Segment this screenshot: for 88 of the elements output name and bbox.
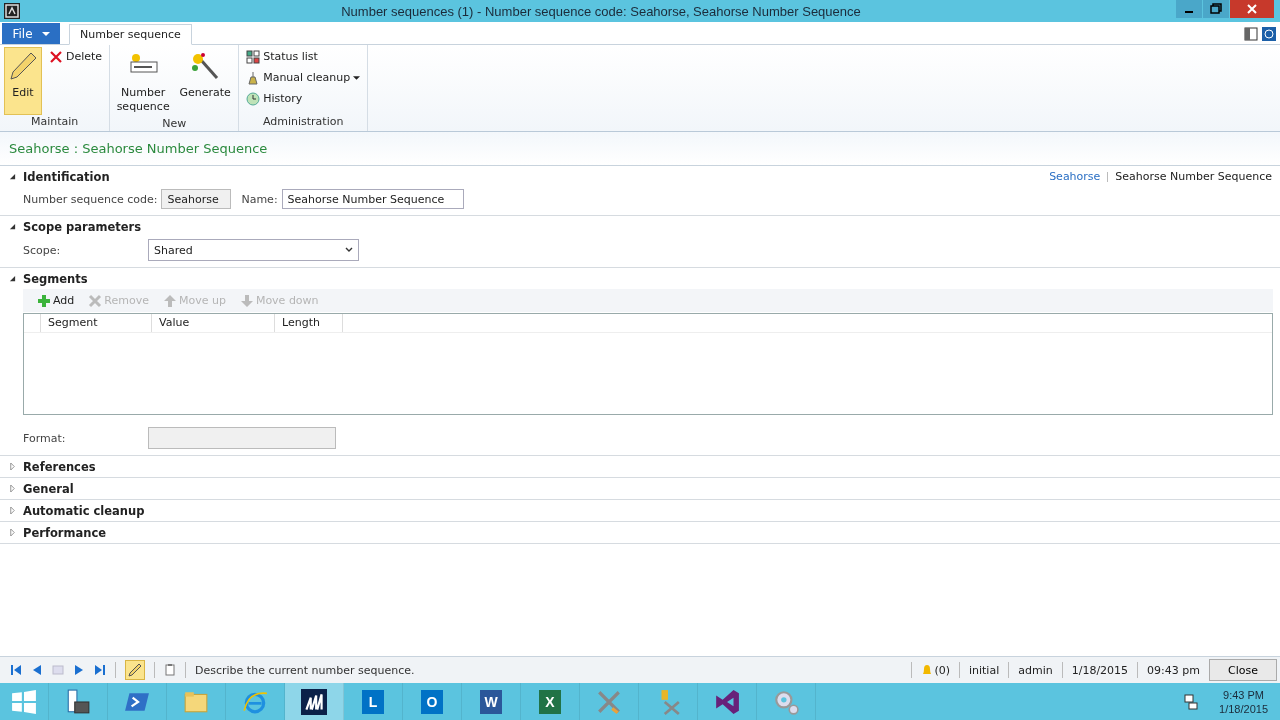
- ribbon-button[interactable]: Manual cleanup: [243, 68, 364, 87]
- status-field: 1/18/2015: [1071, 663, 1129, 677]
- column-header[interactable]: Segment: [41, 314, 152, 332]
- pencil-icon: [7, 50, 39, 82]
- server-icon: [65, 688, 91, 715]
- name-field[interactable]: Seahorse Number Sequence: [281, 189, 464, 209]
- app-letter-icon: W: [480, 689, 502, 714]
- close-button[interactable]: [1230, 0, 1274, 18]
- field-label: Number sequence code:: [23, 192, 158, 206]
- status-field: 09:43 pm: [1147, 663, 1200, 677]
- form-title: Seahorse : Seahorse Number Sequence: [9, 141, 268, 156]
- taskbar-button[interactable]: L: [344, 683, 403, 720]
- edit-mode-toggle[interactable]: [125, 660, 145, 680]
- group-label: New: [161, 117, 188, 132]
- app-letter-icon: O: [421, 689, 443, 714]
- delete-icon: [49, 49, 63, 64]
- window-title: Number sequences (1) - Number sequence code: Seahorse, Seahorse Number Sequence: [340, 3, 862, 19]
- section-title[interactable]: Performance: [23, 525, 107, 540]
- minimize-button[interactable]: [1176, 0, 1202, 18]
- taskbar-button[interactable]: [285, 683, 344, 720]
- column-header[interactable]: Length: [275, 314, 343, 332]
- alerts-count[interactable]: (0): [921, 663, 950, 677]
- status-field: admin: [1018, 663, 1053, 677]
- remove-icon: [88, 293, 103, 308]
- expander-icon[interactable]: [9, 275, 16, 282]
- expander-icon[interactable]: [9, 223, 16, 230]
- taskbar-button[interactable]: W: [462, 683, 521, 720]
- document-icon[interactable]: [164, 664, 176, 676]
- next-record-icon[interactable]: [73, 664, 85, 676]
- clock-date[interactable]: 1/18/2015: [1219, 701, 1268, 716]
- up-arrow-icon: [162, 293, 177, 308]
- dynamics-icon: [301, 688, 327, 715]
- section-title[interactable]: Segments: [23, 271, 88, 286]
- ribbon-button[interactable]: Status list: [243, 47, 364, 66]
- chevron-down-icon: [345, 247, 353, 253]
- expander-icon[interactable]: [9, 173, 16, 180]
- breadcrumb-link[interactable]: Seahorse: [1049, 170, 1101, 183]
- network-icon[interactable]: [1183, 693, 1200, 710]
- pencil-icon: [128, 663, 142, 677]
- clock-time[interactable]: 9:43 PM: [1223, 687, 1264, 702]
- first-record-icon[interactable]: [10, 664, 22, 676]
- taskbar-button[interactable]: O: [403, 683, 462, 720]
- group-label: Maintain: [29, 115, 80, 130]
- section-title[interactable]: Automatic cleanup: [23, 503, 145, 518]
- tools-icon: [596, 688, 622, 715]
- breadcrumb-text: Seahorse Number Sequence: [1115, 170, 1272, 183]
- section-title[interactable]: References: [23, 459, 96, 474]
- ribbon-button[interactable]: Generate: [176, 47, 235, 117]
- group-label: Administration: [261, 115, 345, 130]
- section-title[interactable]: General: [23, 481, 74, 496]
- ribbon-tab[interactable]: Number sequence: [69, 24, 192, 45]
- format-field[interactable]: [148, 427, 336, 449]
- caret-icon: [41, 31, 50, 36]
- taskbar-button[interactable]: X: [521, 683, 580, 720]
- field-label: Format:: [23, 431, 67, 445]
- file-menu[interactable]: File: [2, 23, 60, 44]
- code-field[interactable]: Seahorse: [161, 189, 232, 209]
- windows-icon: [11, 688, 37, 715]
- clock-icon: [246, 91, 261, 106]
- close-button[interactable]: Close: [1209, 659, 1277, 681]
- toolbar-button[interactable]: Add: [35, 293, 77, 308]
- section-title[interactable]: Scope parameters: [23, 219, 142, 234]
- app-icon[interactable]: [4, 3, 20, 19]
- app-letter-icon: X: [539, 689, 561, 714]
- grid-icon: [246, 49, 261, 64]
- app-letter-icon: L: [362, 689, 384, 714]
- last-record-icon[interactable]: [94, 664, 106, 676]
- down-arrow-icon: [239, 293, 254, 308]
- status-field: initial: [968, 663, 1000, 677]
- plus-icon: [37, 293, 51, 308]
- field-label: Scope:: [23, 243, 62, 257]
- restore-button[interactable]: [1203, 0, 1229, 18]
- status-message: Describe the current number sequence.: [195, 663, 415, 677]
- section-title[interactable]: Identification: [23, 169, 110, 184]
- panel-icon[interactable]: [1244, 27, 1258, 41]
- scope-dropdown[interactable]: Shared: [148, 239, 359, 261]
- ribbon-button[interactable]: Edit: [4, 47, 42, 115]
- ribbon-button[interactable]: Delete: [46, 47, 106, 66]
- previous-record-icon[interactable]: [31, 664, 43, 676]
- gears-icon: [773, 688, 799, 715]
- ribbon-button[interactable]: History: [243, 89, 364, 108]
- column-header[interactable]: Value: [152, 314, 275, 332]
- field-label: Name:: [241, 192, 278, 206]
- broom-icon: [246, 70, 261, 85]
- visual-studio-icon: [714, 688, 740, 715]
- ribbon-button[interactable]: Number sequence: [114, 47, 173, 117]
- help-icon[interactable]: [1262, 27, 1276, 41]
- bell-icon: [921, 664, 934, 676]
